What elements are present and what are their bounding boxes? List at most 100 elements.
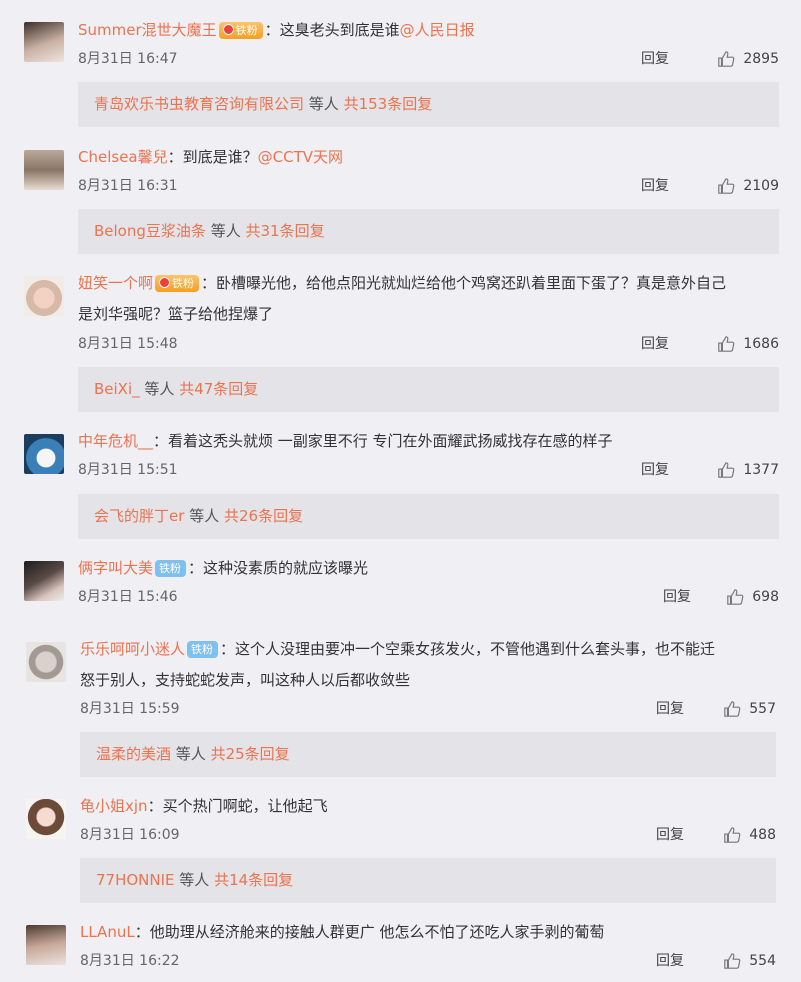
thumbs-up-icon: [724, 827, 741, 843]
timestamp: 8月31日 15:51: [78, 462, 178, 478]
replies-suffix: 等人: [144, 380, 175, 398]
reply-button[interactable]: 回复: [641, 333, 669, 355]
replies-suffix: 等人: [179, 871, 210, 889]
reply-username[interactable]: Belong豆浆油条: [94, 222, 206, 240]
comment-body: ：他助理从经济舱来的接触人群更广 他怎么不怕了还吃人家手剥的葡萄: [134, 923, 605, 941]
replies-summary[interactable]: 会飞的胖丁er 等人 共26条回复: [78, 494, 779, 539]
like-count: 557: [749, 701, 776, 717]
like-button[interactable]: 1377: [717, 459, 779, 481]
timestamp: 8月31日 16:31: [78, 178, 178, 194]
reply-button[interactable]: 回复: [641, 48, 669, 70]
replies-summary[interactable]: 青岛欢乐书虫教育咨询有限公司 等人 共153条回复: [78, 82, 779, 127]
mention-link[interactable]: @人民日报: [400, 21, 475, 39]
username-link[interactable]: 中年危机__: [78, 432, 153, 450]
reply-button[interactable]: 回复: [656, 950, 684, 972]
reply-button[interactable]: 回复: [656, 824, 684, 846]
badge-label: 铁粉: [172, 277, 195, 290]
fan-badge[interactable]: 铁粉: [187, 641, 219, 658]
comment-text-continued: 怒于别人，支持蛇蛇发声，叫这种人以后都收敛些: [80, 671, 411, 689]
like-button[interactable]: 557: [723, 698, 776, 720]
like-button[interactable]: 554: [723, 950, 776, 972]
username-link[interactable]: 龟小姐xjn: [80, 797, 148, 815]
comment-text: 俩字叫大美 铁粉 ：这种没素质的就应该曝光: [78, 557, 771, 579]
reply-username[interactable]: 77HONNIE: [96, 871, 175, 889]
username-link[interactable]: Summer混世大魔王: [78, 21, 217, 39]
comment-body: ：这个人没理由要冲一个空乘女孩发火，不管他遇到什么套头事，也不能迁: [220, 640, 716, 658]
avatar[interactable]: [26, 799, 66, 839]
username-link[interactable]: 俩字叫大美: [78, 559, 153, 577]
thumbs-up-icon: [718, 336, 735, 352]
avatar[interactable]: [26, 925, 66, 965]
mention-link[interactable]: @CCTV天网: [258, 148, 343, 166]
replies-summary[interactable]: 温柔的美酒 等人 共25条回复: [80, 732, 776, 777]
fan-badge[interactable]: 铁粉: [155, 275, 200, 292]
crown-icon: [159, 277, 171, 288]
avatar[interactable]: [24, 434, 64, 474]
timestamp: 8月31日 15:46: [78, 589, 178, 605]
like-button[interactable]: 2895: [717, 48, 779, 70]
avatar[interactable]: [26, 642, 66, 682]
username-link[interactable]: 妞笑一个啊: [78, 274, 153, 292]
comment-body: ：这臭老头到底是谁: [264, 21, 400, 39]
reply-username[interactable]: 会飞的胖丁er: [94, 507, 184, 525]
thumbs-up-icon: [718, 51, 735, 67]
timestamp: 8月31日 16:47: [78, 51, 178, 67]
like-count: 2895: [743, 51, 779, 67]
fan-badge[interactable]: 铁粉: [155, 560, 187, 577]
timestamp: 8月31日 15:59: [80, 701, 180, 717]
avatar[interactable]: [24, 22, 64, 62]
like-button[interactable]: 2109: [717, 175, 779, 197]
like-button[interactable]: 698: [726, 586, 779, 608]
reply-button[interactable]: 回复: [641, 459, 669, 481]
reply-count-link[interactable]: 共153条回复: [344, 95, 433, 113]
like-count: 554: [749, 953, 776, 969]
reply-count-link[interactable]: 共47条回复: [179, 380, 258, 398]
replies-summary[interactable]: Belong豆浆油条 等人 共31条回复: [78, 209, 779, 254]
comment-text: Chelsea馨兒：到底是谁？@CCTV天网: [78, 146, 771, 168]
like-count: 488: [749, 827, 776, 843]
crown-icon: [222, 24, 234, 35]
reply-count-link[interactable]: 共14条回复: [214, 871, 293, 889]
like-button[interactable]: 1686: [717, 333, 779, 355]
username-link[interactable]: 乐乐呵呵小迷人: [80, 640, 185, 658]
reply-username[interactable]: 温柔的美酒: [96, 745, 171, 763]
comment-body: ：这种没素质的就应该曝光: [188, 559, 369, 577]
avatar[interactable]: [24, 561, 64, 601]
timestamp: 8月31日 15:48: [78, 336, 178, 352]
timestamp: 8月31日 16:22: [80, 953, 180, 969]
comment-body: ：卧槽曝光他，给他点阳光就灿烂给他个鸡窝还趴着里面下蛋了？真是意外自己: [201, 274, 727, 292]
comment-text: Summer混世大魔王 铁粉 ：这臭老头到底是谁@人民日报: [78, 19, 771, 41]
thumbs-up-icon: [718, 462, 735, 478]
comment-text: 龟小姐xjn：买个热门啊蛇，让他起飞: [80, 795, 771, 817]
replies-suffix: 等人: [308, 95, 339, 113]
like-button[interactable]: 488: [723, 824, 776, 846]
timestamp: 8月31日 16:09: [80, 827, 180, 843]
reply-username[interactable]: 青岛欢乐书虫教育咨询有限公司: [94, 95, 304, 113]
like-count: 1686: [743, 336, 779, 352]
like-count: 1377: [743, 462, 779, 478]
reply-button[interactable]: 回复: [641, 175, 669, 197]
replies-summary[interactable]: BeiXi_ 等人 共47条回复: [78, 367, 779, 412]
thumbs-up-icon: [727, 589, 744, 605]
comment-text: 妞笑一个啊 铁粉 ：卧槽曝光他，给他点阳光就灿烂给他个鸡窝还趴着里面下蛋了？真是意外…: [78, 272, 771, 294]
comment-body: ：看着这秃头就烦 一副家里不行 专门在外面耀武扬威找存在感的样子: [153, 432, 613, 450]
replies-summary[interactable]: 77HONNIE 等人 共14条回复: [80, 858, 776, 903]
like-count: 698: [752, 589, 779, 605]
fan-badge[interactable]: 铁粉: [218, 22, 263, 39]
like-count: 2109: [743, 178, 779, 194]
thumbs-up-icon: [718, 178, 735, 194]
badge-label: 铁粉: [235, 24, 258, 37]
username-link[interactable]: LLAnuL: [80, 923, 135, 941]
comment-text-continued: 是刘华强呢？篮子给他捏爆了: [78, 305, 274, 323]
avatar[interactable]: [24, 150, 64, 190]
avatar[interactable]: [24, 276, 64, 316]
reply-username[interactable]: BeiXi_: [94, 380, 140, 398]
username-link[interactable]: Chelsea馨兒: [78, 148, 168, 166]
reply-button[interactable]: 回复: [656, 698, 684, 720]
reply-count-link[interactable]: 共25条回复: [211, 745, 290, 763]
thumbs-up-icon: [724, 953, 741, 969]
reply-button[interactable]: 回复: [663, 586, 691, 608]
reply-count-link[interactable]: 共26条回复: [224, 507, 303, 525]
reply-count-link[interactable]: 共31条回复: [245, 222, 324, 240]
comment-text: 中年危机__：看着这秃头就烦 一副家里不行 专门在外面耀武扬威找存在感的样子: [78, 430, 771, 452]
